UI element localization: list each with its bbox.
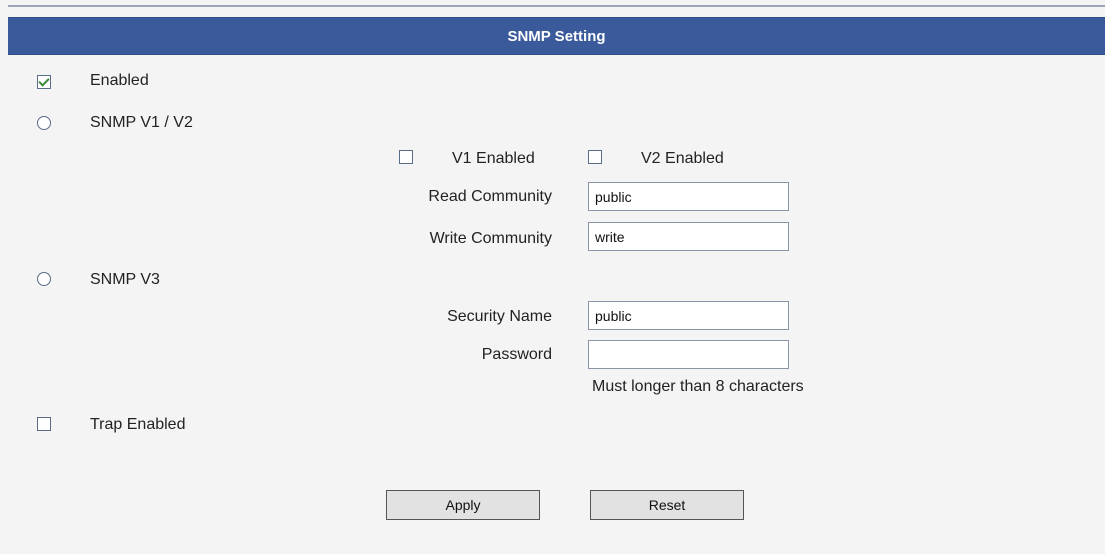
v1-enabled-label: V1 Enabled [452, 150, 535, 167]
security-name-input[interactable] [588, 301, 789, 330]
read-community-label: Read Community [428, 188, 552, 205]
read-community-input[interactable] [588, 182, 789, 211]
password-hint: Must longer than 8 characters [592, 378, 804, 395]
password-label: Password [481, 346, 552, 363]
snmp-v3-label: SNMP V3 [90, 271, 160, 288]
page-title: SNMP Setting [507, 27, 606, 45]
enabled-label: Enabled [90, 72, 149, 89]
snmp-v1v2-radio[interactable] [37, 116, 51, 130]
v2-enabled-checkbox[interactable] [588, 150, 602, 164]
trap-enabled-checkbox[interactable] [37, 417, 51, 431]
v1-enabled-checkbox[interactable] [399, 150, 413, 164]
section-header: SNMP Setting [8, 17, 1105, 55]
write-community-label: Write Community [429, 230, 552, 247]
v2-enabled-label: V2 Enabled [641, 150, 724, 167]
security-name-label: Security Name [447, 308, 552, 325]
enabled-checkbox[interactable] [37, 75, 51, 89]
apply-button[interactable]: Apply [386, 490, 540, 520]
snmp-v3-radio[interactable] [37, 272, 51, 286]
trap-enabled-label: Trap Enabled [90, 416, 186, 433]
write-community-input[interactable] [588, 222, 789, 251]
reset-button[interactable]: Reset [590, 490, 744, 520]
password-input[interactable] [588, 340, 789, 369]
snmp-v1v2-label: SNMP V1 / V2 [90, 114, 193, 131]
top-divider [8, 5, 1105, 7]
